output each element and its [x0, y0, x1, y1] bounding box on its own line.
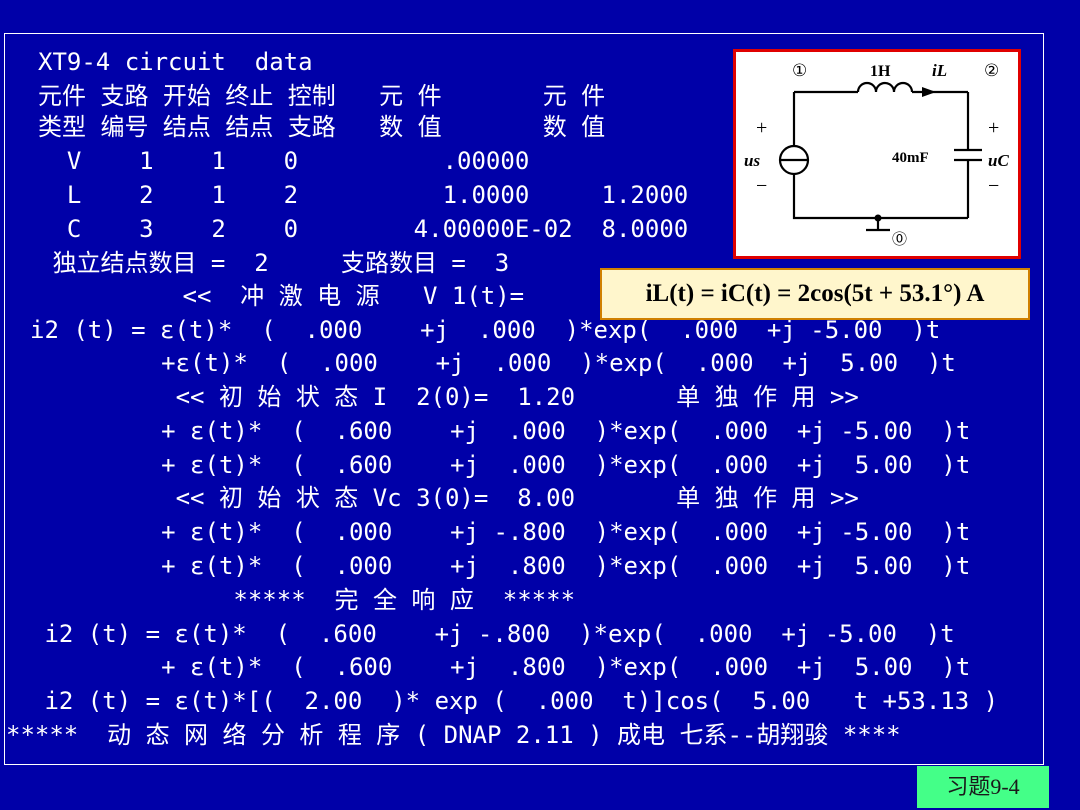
node-1-label: ①: [792, 61, 807, 80]
source-plus-sign: +: [756, 117, 767, 139]
source-minus-sign: −: [756, 175, 767, 197]
capacitor-plus-sign: +: [988, 117, 999, 139]
line-final-result: i2 (t) = ε(t)*[( 2.00 )* exp ( .000 t)]c…: [30, 687, 999, 715]
exercise-badge: 习题9-4: [917, 766, 1049, 808]
current-label: iL: [932, 61, 947, 80]
line-impulse-header: << 冲 激 电 源 V 1(t)=: [38, 282, 525, 310]
line-header-1: 元件 支路 开始 终止 控制 元 件 元 件: [38, 82, 606, 110]
circuit-svg: ① ② ⓪ 1H iL 40mF us uC + − + −: [744, 61, 1009, 248]
line-element-v: V 1 1 0 .00000: [38, 147, 530, 175]
line-initial-i-1: + ε(t)* ( .600 +j .000 )*exp( .000 +j -5…: [60, 417, 971, 445]
line-initial-v-1: + ε(t)* ( .000 +j -.800 )*exp( .000 +j -…: [60, 518, 971, 546]
capacitor-label: 40mF: [892, 150, 929, 166]
inductor-label: 1H: [870, 63, 891, 80]
line-title: XT9-4 circuit data: [38, 48, 313, 76]
line-initial-v-header: << 初 始 状 态 Vc 3(0)= 8.00 单 独 作 用 >>: [60, 484, 859, 512]
line-counts: 独立结点数目 = 2 支路数目 = 3: [38, 249, 510, 277]
result-formula: iL(t) = iC(t) = 2cos(5t + 53.1°) A: [600, 268, 1030, 320]
line-complete-header: ***** 完 全 响 应 *****: [60, 586, 576, 614]
line-initial-i-2: + ε(t)* ( .600 +j .000 )*exp( .000 +j 5.…: [60, 451, 971, 479]
line-header-2: 类型 编号 结点 结点 支路 数 值 数 值: [38, 113, 606, 141]
line-initial-v-2: + ε(t)* ( .000 +j .800 )*exp( .000 +j 5.…: [60, 552, 971, 580]
capacitor-minus-sign: −: [988, 175, 999, 197]
line-initial-i-header: << 初 始 状 态 I 2(0)= 1.20 单 独 作 用 >>: [60, 383, 859, 411]
line-impulse-2: +ε(t)* ( .000 +j .000 )*exp( .000 +j 5.0…: [60, 349, 956, 377]
node-2-label: ②: [984, 61, 999, 80]
circuit-diagram: ① ② ⓪ 1H iL 40mF us uC + − + −: [733, 49, 1021, 259]
node-0-label: ⓪: [892, 231, 907, 248]
line-footer: ***** 动 态 网 络 分 析 程 序 ( DNAP 2.11 ) 成电 七…: [6, 721, 901, 749]
line-complete-1: i2 (t) = ε(t)* ( .600 +j -.800 )*exp( .0…: [30, 620, 955, 648]
line-element-c: C 3 2 0 4.00000E-02 8.0000: [38, 215, 689, 243]
voltage-label: uC: [988, 151, 1009, 170]
line-element-l: L 2 1 2 1.0000 1.2000: [38, 181, 689, 209]
line-complete-2: + ε(t)* ( .600 +j .800 )*exp( .000 +j 5.…: [60, 653, 971, 681]
source-label: us: [744, 151, 760, 170]
line-impulse-1: i2 (t) = ε(t)* ( .000 +j .000 )*exp( .00…: [30, 316, 941, 344]
